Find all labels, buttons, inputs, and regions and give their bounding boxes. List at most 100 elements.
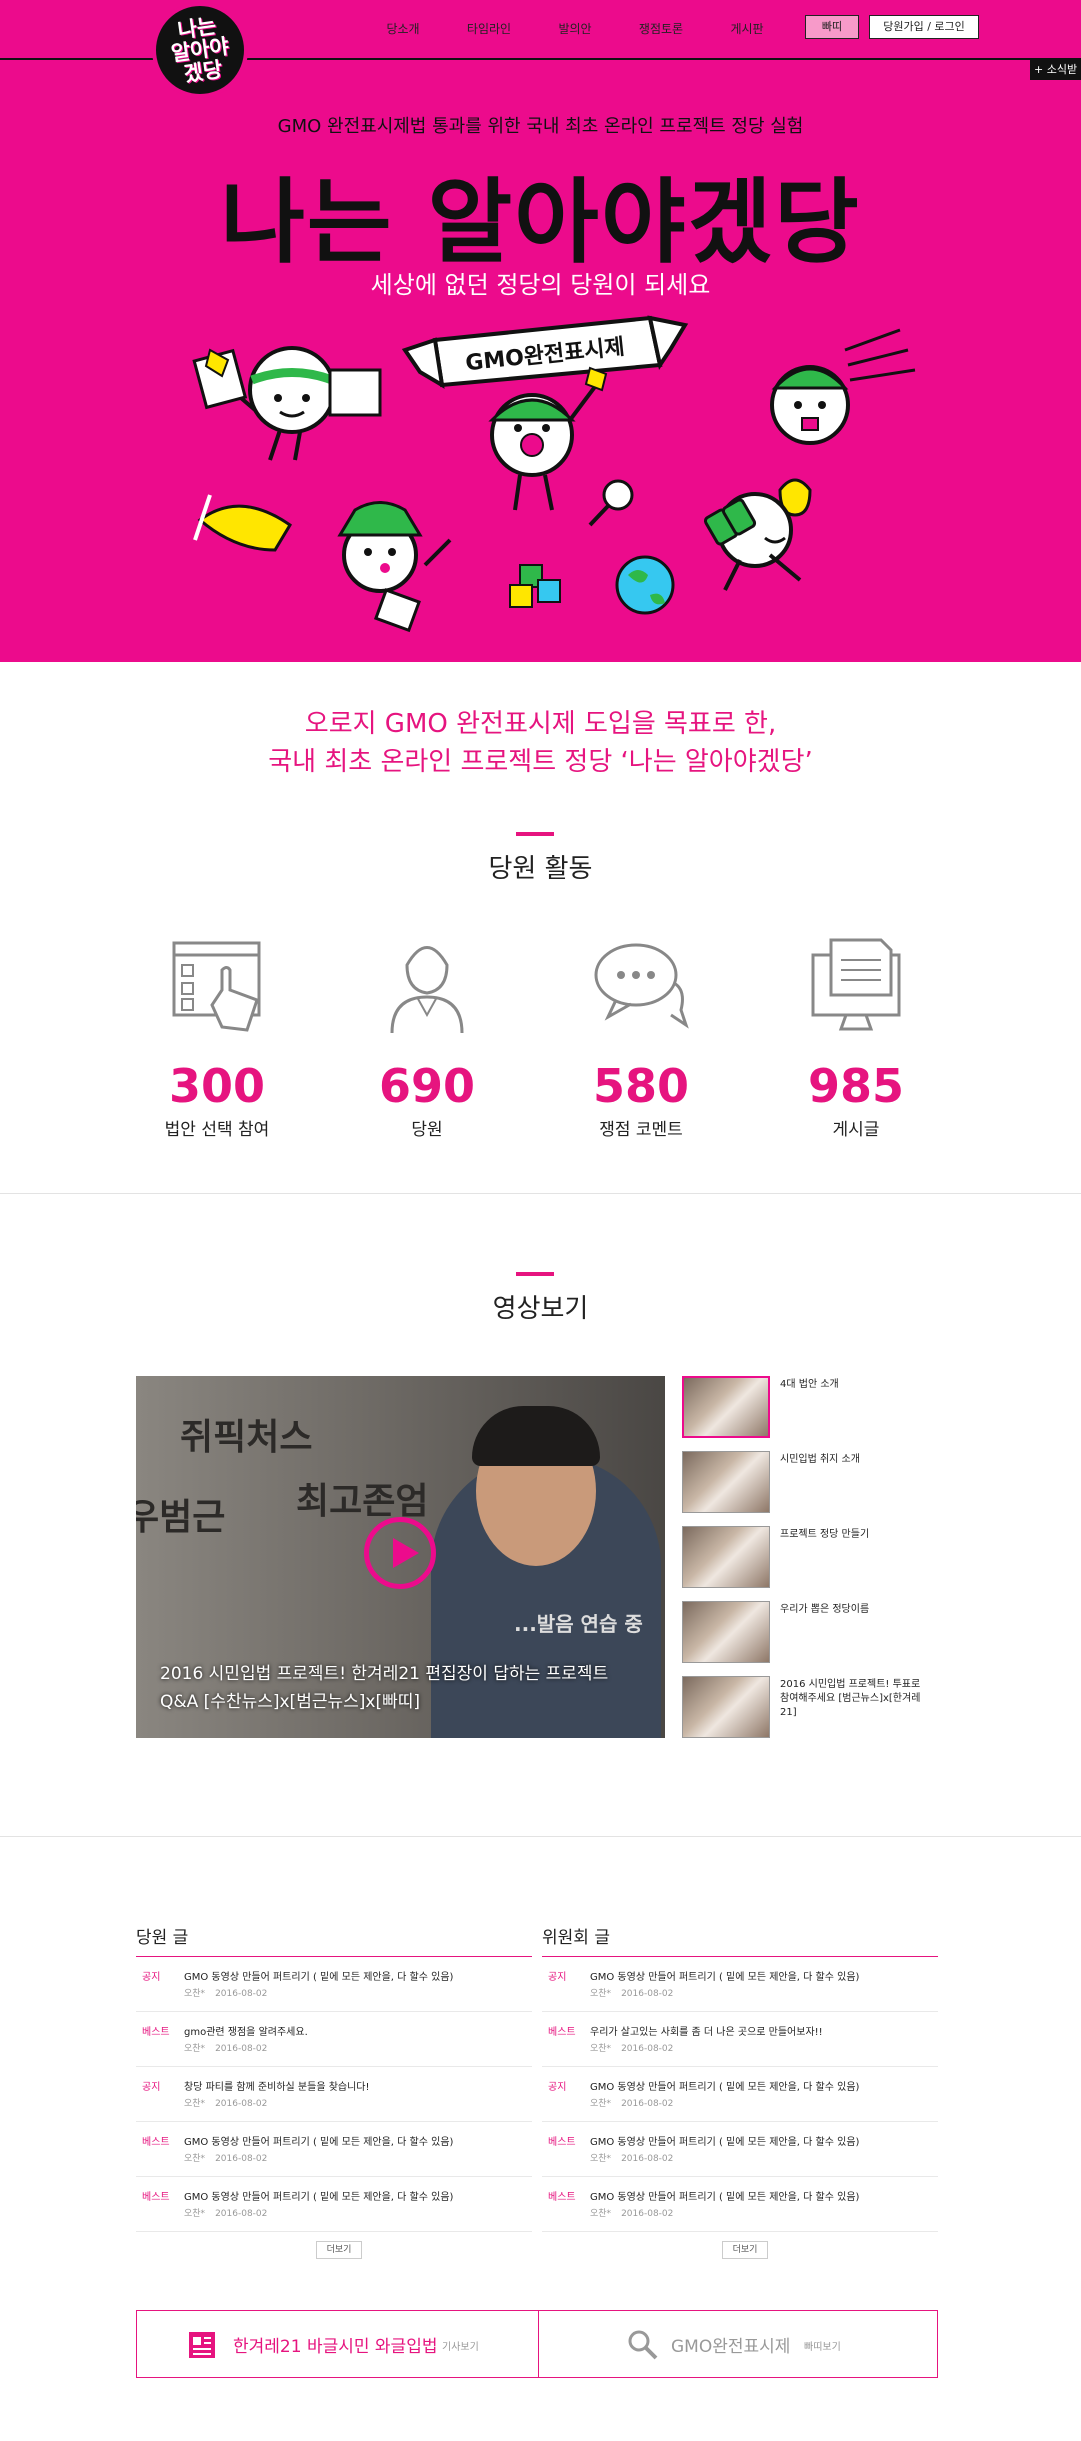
main-video-player[interactable]: 쥐픽처스 최고존엄 우범근 ...발음 연습 중 2016 시민입법 프로젝트!… bbox=[136, 1376, 665, 1738]
post-tag: 베스트 bbox=[142, 2027, 170, 2038]
post-date: 2016-08-02 bbox=[215, 2154, 268, 2164]
play-button-icon[interactable] bbox=[364, 1517, 436, 1589]
post-date: 2016-08-02 bbox=[621, 2044, 674, 2054]
post-title[interactable]: gmo관련 쟁점을 알려주세요. bbox=[184, 2023, 308, 2038]
checklist-icon bbox=[172, 941, 261, 1032]
mission-line-2: 국내 최초 온라인 프로젝트 정당 ‘나는 알아야겠당’ bbox=[268, 747, 813, 777]
banner-left-link[interactable]: 기사보기 bbox=[442, 2338, 479, 2353]
nav-about[interactable]: 당소개 bbox=[360, 20, 446, 37]
board-row[interactable]: 베스트 GMO 동영상 만들어 퍼트리기 ( 밑에 모든 제안을, 다 할수 있음… bbox=[136, 2122, 532, 2177]
post-title[interactable]: GMO 동영상 만들어 퍼트리기 ( 밑에 모든 제안을, 다 할수 있음) bbox=[184, 1968, 453, 1983]
video-list-title: 2016 시민입법 프로젝트! 투표로 참여해주세요 [범근뉴스]x[한겨레21… bbox=[780, 1679, 921, 1718]
activity-title: 당원 활동 bbox=[488, 854, 593, 884]
board-row[interactable]: 베스트 GMO 동영상 만들어 퍼트리기 ( 밑에 모든 제안을, 다 할수 있음… bbox=[136, 2177, 532, 2232]
section-divider bbox=[0, 1193, 1081, 1194]
stat-value: 300 bbox=[168, 1059, 266, 1113]
banner-right-link[interactable]: 빠띠보기 bbox=[804, 2338, 841, 2353]
video-title: 영상보기 bbox=[492, 1294, 589, 1324]
post-date: 2016-08-02 bbox=[621, 2099, 674, 2109]
character-center bbox=[488, 366, 608, 511]
more-button[interactable]: 더보기 bbox=[722, 2241, 768, 2259]
board-row[interactable]: 베스트 GMO 동영상 만들어 퍼트리기 ( 밑에 모든 제안을, 다 할수 있음… bbox=[542, 2122, 938, 2177]
post-title[interactable]: GMO 동영상 만들어 퍼트리기 ( 밑에 모든 제안을, 다 할수 있음) bbox=[590, 2188, 859, 2203]
video-list-title: 4대 법안 소개 bbox=[780, 1379, 839, 1390]
section-divider bbox=[0, 1836, 1081, 1837]
post-tag: 베스트 bbox=[142, 2137, 170, 2148]
post-title[interactable]: GMO 동영상 만들어 퍼트리기 ( 밑에 모든 제안을, 다 할수 있음) bbox=[184, 2133, 453, 2148]
video-list-item[interactable]: 시민입법 취지 소개 bbox=[682, 1451, 942, 1513]
video-thumbnail bbox=[682, 1451, 770, 1513]
post-title[interactable]: 창당 파티를 함께 준비하실 분들을 찾습니다! bbox=[184, 2078, 370, 2093]
hani-article-link[interactable]: 한겨레21 바글시민 와글입법 기사보기 bbox=[137, 2311, 537, 2377]
mission-line-1: 오로지 GMO 완전표시제 도입을 목표로 한, bbox=[304, 709, 777, 739]
video-list-item[interactable]: 우리가 뽑은 정당이름 bbox=[682, 1601, 942, 1663]
video-chalk-text: 최고존엄 bbox=[296, 1481, 429, 1522]
site-logo[interactable]: 나는 알아야 겠당 bbox=[152, 2, 248, 98]
video-list-title: 프로젝트 정당 만들기 bbox=[780, 1529, 870, 1540]
member-board: 당원 글 공지 GMO 동영상 만들어 퍼트리기 ( 밑에 모든 제안을, 다 할… bbox=[136, 1923, 532, 2259]
post-date: 2016-08-02 bbox=[215, 2099, 268, 2109]
banner-left-title: 한겨레21 바글시민 와글입법 bbox=[233, 2337, 438, 2357]
hero-illustration: GMO완전표시제 bbox=[192, 315, 916, 633]
props bbox=[509, 479, 802, 615]
more-button[interactable]: 더보기 bbox=[316, 2241, 362, 2259]
board-row[interactable]: 베스트 gmo관련 쟁점을 알려주세요. 오찬* 2016-08-02 bbox=[136, 2012, 532, 2067]
video-list-title: 우리가 뽑은 정당이름 bbox=[780, 1604, 870, 1615]
board-row[interactable]: 공지 창당 파티를 함께 준비하실 분들을 찾습니다! 오찬* 2016-08-02 bbox=[136, 2067, 532, 2122]
character-farmer bbox=[193, 494, 452, 633]
post-title[interactable]: GMO 동영상 만들어 퍼트리기 ( 밑에 모든 제안을, 다 할수 있음) bbox=[184, 2188, 453, 2203]
search-icon bbox=[628, 2330, 658, 2360]
hero-subtitle: GMO 완전표시제법 통과를 위한 국내 최초 온라인 프로젝트 정당 실험 bbox=[277, 116, 804, 137]
section-accent-bar bbox=[516, 1272, 554, 1276]
video-chalk-text: 우범근 bbox=[136, 1497, 226, 1538]
nav-timeline[interactable]: 타임라인 bbox=[446, 20, 532, 37]
chat-bubble-icon bbox=[594, 943, 689, 1029]
video-thumbnail bbox=[682, 1601, 770, 1663]
video-thumbnail bbox=[682, 1676, 770, 1738]
stat-label: 쟁점 코멘트 bbox=[599, 1120, 683, 1140]
stat-bill-votes: 300 법안 선택 참여 bbox=[117, 935, 317, 1140]
nav-debate[interactable]: 쟁점토론 bbox=[618, 20, 704, 37]
post-date: 2016-08-02 bbox=[215, 2044, 268, 2054]
board-row[interactable]: 공지 GMO 동영상 만들어 퍼트리기 ( 밑에 모든 제안을, 다 할수 있음)… bbox=[542, 1957, 938, 2012]
post-tag: 공지 bbox=[548, 1972, 567, 1983]
post-tag: 베스트 bbox=[142, 2192, 170, 2203]
post-author: 오찬* bbox=[184, 2209, 206, 2219]
stat-posts: 985 게시글 bbox=[756, 935, 956, 1140]
character-rain bbox=[770, 328, 916, 517]
board-row[interactable]: 공지 GMO 동영상 만들어 퍼트리기 ( 밑에 모든 제안을, 다 할수 있음)… bbox=[136, 1957, 532, 2012]
post-date: 2016-08-02 bbox=[621, 2209, 674, 2219]
post-title[interactable]: GMO 동영상 만들어 퍼트리기 ( 밑에 모든 제안을, 다 할수 있음) bbox=[590, 2078, 859, 2093]
board-title: 당원 글 bbox=[136, 1923, 532, 1957]
video-caption: 2016 시민입법 프로젝트! 한겨레21 편집장이 답하는 프로젝트 Q&A … bbox=[160, 1664, 609, 1712]
post-title[interactable]: 우리가 살고있는 사회를 좀 더 나은 곳으로 만들어보자!! bbox=[590, 2023, 823, 2038]
video-list-title: 시민입법 취지 소개 bbox=[780, 1454, 860, 1465]
video-list-item[interactable]: 4대 법안 소개 bbox=[682, 1376, 942, 1438]
post-author: 오찬* bbox=[590, 2209, 612, 2219]
ribbon-banner: GMO완전표시제 bbox=[401, 315, 689, 389]
post-tag: 공지 bbox=[142, 1972, 161, 1983]
video-list-item[interactable]: 2016 시민입법 프로젝트! 투표로 참여해주세요 [범근뉴스]x[한겨레21… bbox=[682, 1676, 942, 1738]
footer-banner: 한겨레21 바글시민 와글입법 기사보기 GMO완전표시제 빠띠보기 bbox=[136, 2310, 938, 2378]
board-row[interactable]: 공지 GMO 동영상 만들어 퍼트리기 ( 밑에 모든 제안을, 다 할수 있음)… bbox=[542, 2067, 938, 2122]
video-thumbnail bbox=[682, 1376, 770, 1438]
board-row[interactable]: 베스트 GMO 동영상 만들어 퍼트리기 ( 밑에 모든 제안을, 다 할수 있음… bbox=[542, 2177, 938, 2232]
board-title: 위원회 글 bbox=[542, 1923, 938, 1957]
post-author: 오찬* bbox=[590, 2099, 612, 2109]
committee-board: 위원회 글 공지 GMO 동영상 만들어 퍼트리기 ( 밑에 모든 제안을, 다 … bbox=[542, 1923, 938, 2259]
nav-board[interactable]: 게시판 bbox=[704, 20, 790, 37]
ppalli-button[interactable]: 빠띠 bbox=[805, 15, 859, 39]
hero-title: 나는 알아야겠당 bbox=[220, 169, 861, 276]
news-subscribe-tab[interactable]: + 소식받 bbox=[1030, 60, 1081, 80]
board-row[interactable]: 베스트 우리가 살고있는 사회를 좀 더 나은 곳으로 만들어보자!! 오찬* 201… bbox=[542, 2012, 938, 2067]
video-list-item[interactable]: 프로젝트 정당 만들기 bbox=[682, 1526, 942, 1588]
post-title[interactable]: GMO 동영상 만들어 퍼트리기 ( 밑에 모든 제안을, 다 할수 있음) bbox=[590, 2133, 859, 2148]
newspaper-icon bbox=[189, 2332, 215, 2358]
post-title[interactable]: GMO 동영상 만들어 퍼트리기 ( 밑에 모든 제안을, 다 할수 있음) bbox=[590, 1968, 859, 1983]
signup-login-button[interactable]: 당원가입 / 로그인 bbox=[869, 15, 979, 39]
stat-value: 690 bbox=[378, 1059, 476, 1113]
post-date: 2016-08-02 bbox=[621, 1989, 674, 1999]
gmo-ppalli-link[interactable]: GMO완전표시제 빠띠보기 bbox=[538, 2311, 938, 2377]
post-tag: 베스트 bbox=[548, 2137, 576, 2148]
nav-proposals[interactable]: 발의안 bbox=[532, 20, 618, 37]
